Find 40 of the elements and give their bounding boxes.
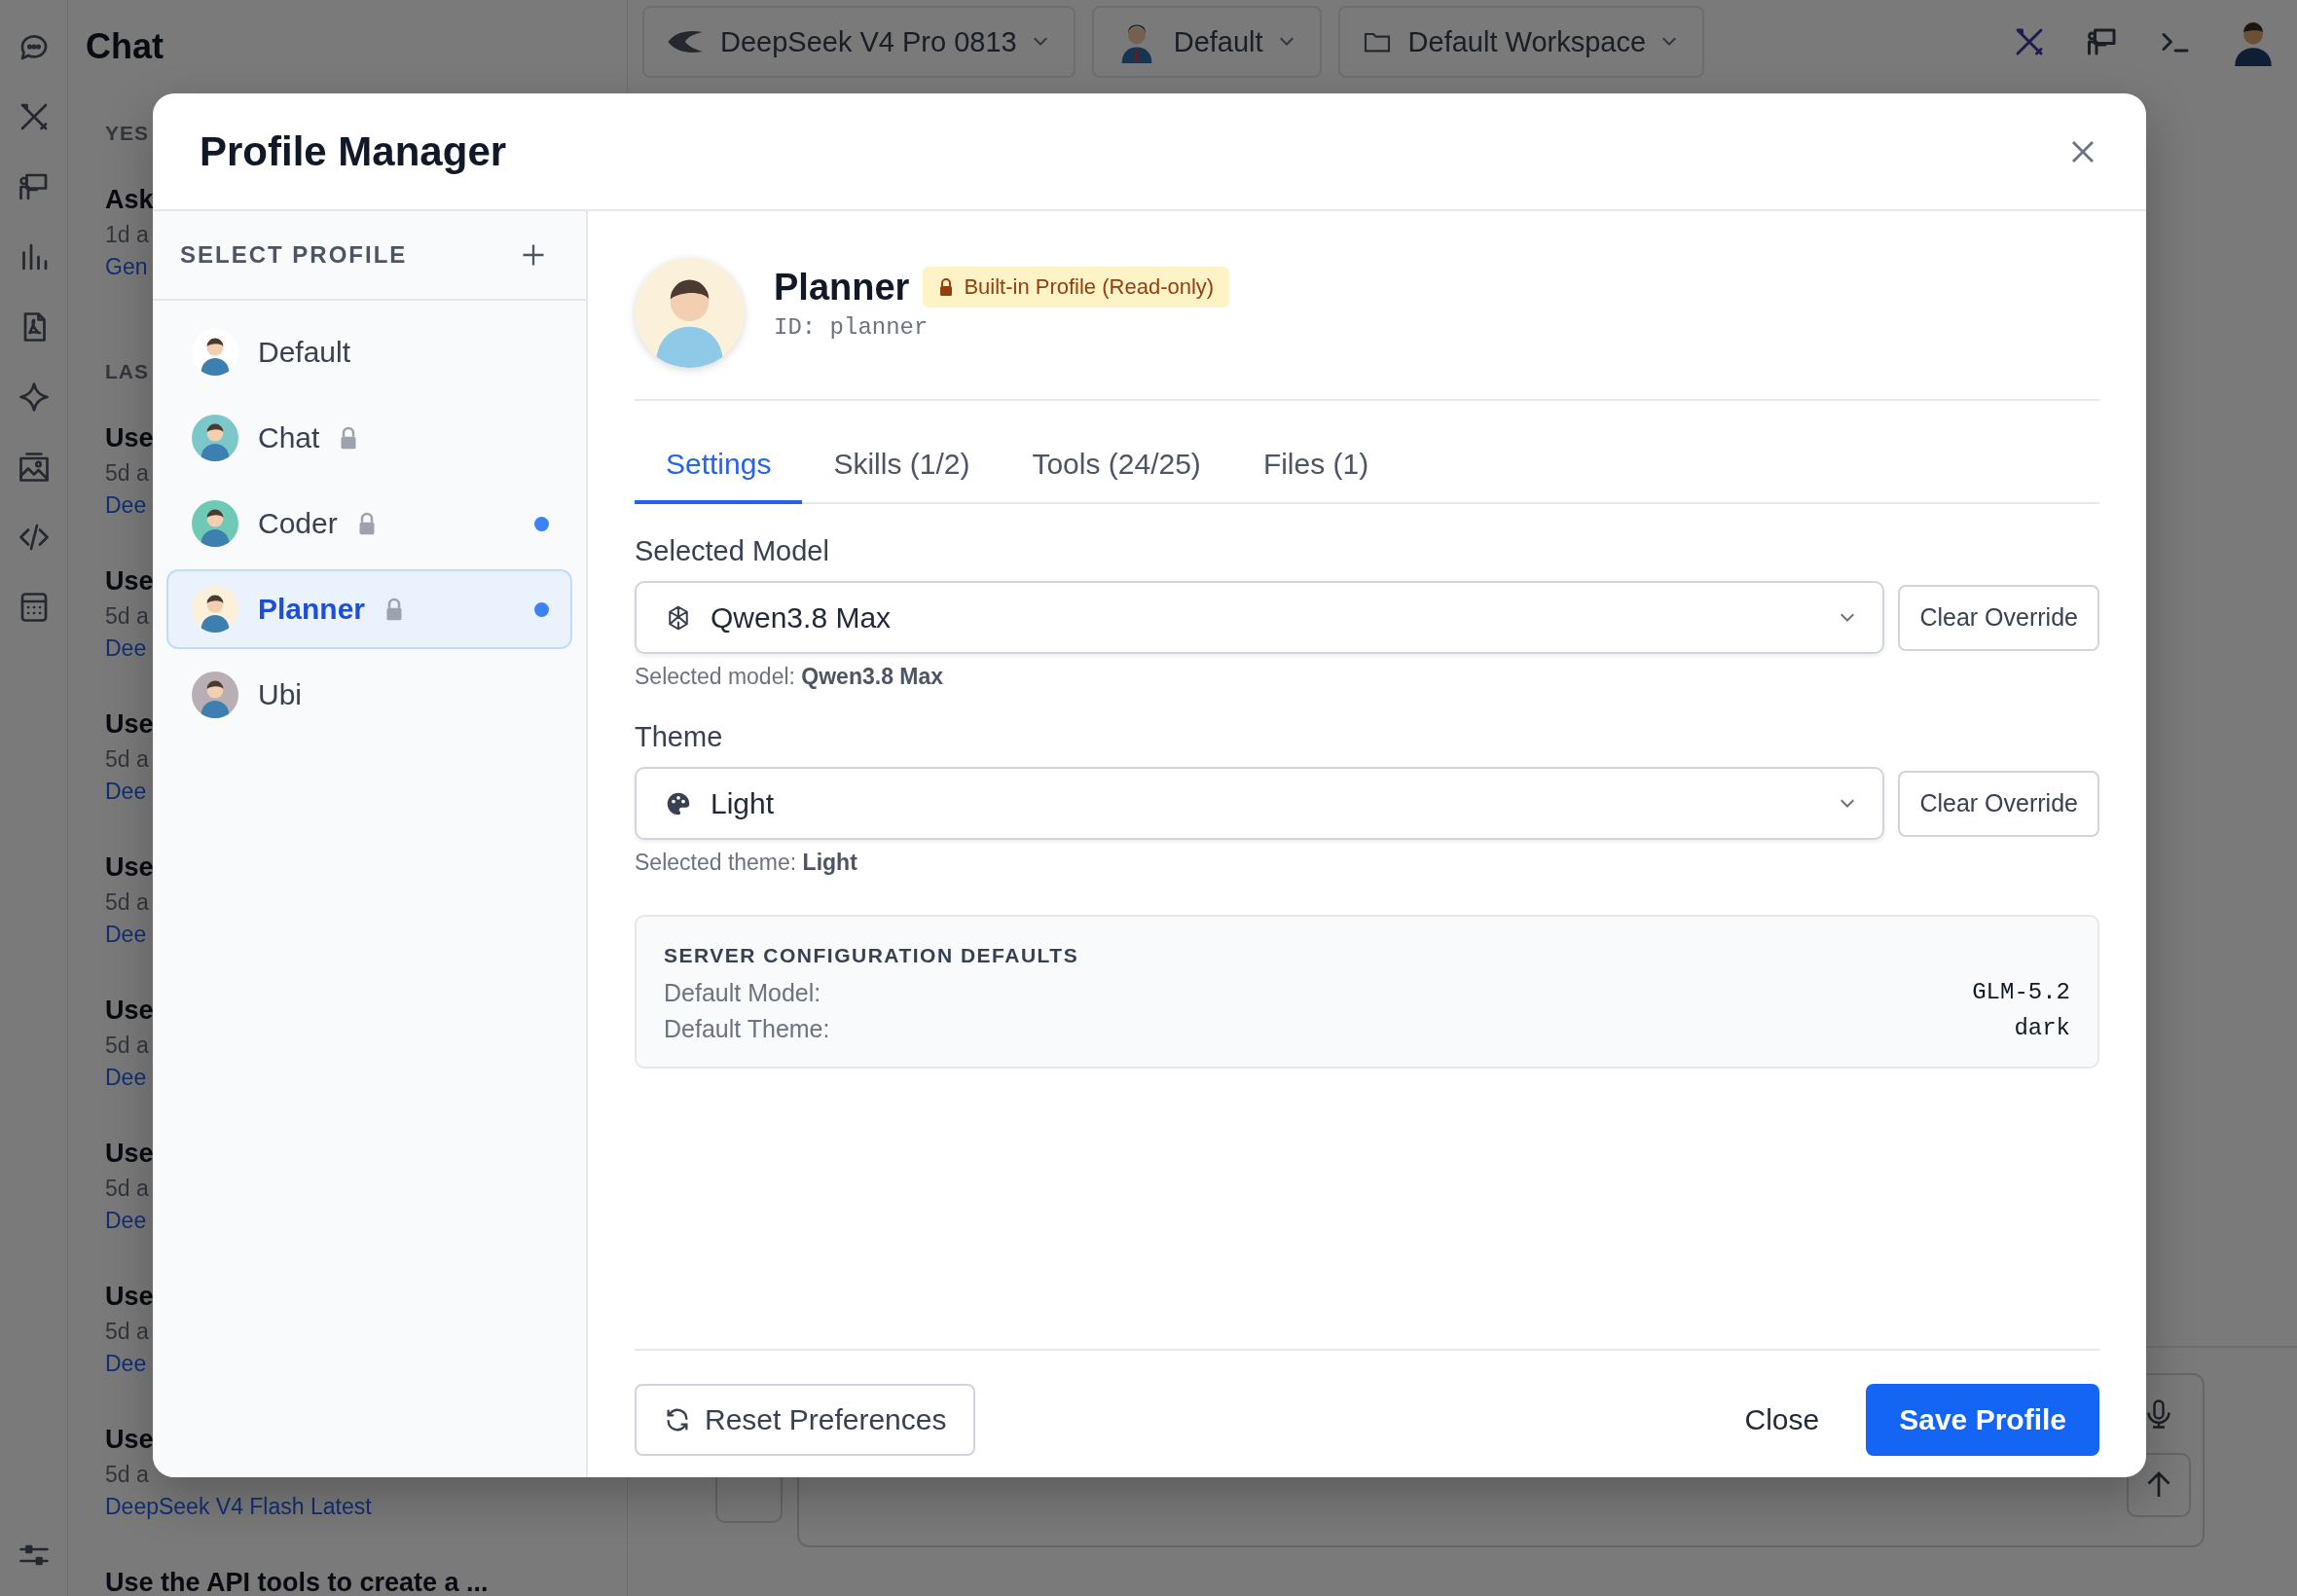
chat-time: 5d a: [105, 459, 149, 488]
read-only-badge: Built-in Profile (Read-only): [923, 267, 1230, 308]
profile-name: Default: [258, 336, 351, 369]
setting-value: dark: [2014, 1015, 2070, 1043]
sidebar-heading: SELECT PROFILE: [180, 241, 408, 269]
setting-label: Default Model:: [664, 979, 821, 1007]
field-helper-text: Selected theme: Light: [635, 850, 858, 876]
chat-time: 5d a: [105, 1461, 149, 1489]
field-helper-text: Selected model: Qwen3.8 Max: [635, 664, 945, 690]
chat-model: Dee: [105, 1207, 147, 1235]
chat-model: Dee: [105, 921, 147, 949]
chat-time: 5d a: [105, 602, 149, 631]
profile-id: ID: planner: [774, 313, 930, 341]
chat-time: 5d a: [105, 1175, 149, 1203]
chat-model: Dee: [105, 1350, 147, 1378]
chat-time: 5d a: [105, 1032, 149, 1060]
chat-model: Gen: [105, 253, 148, 281]
profile-name: Planner: [258, 593, 366, 626]
chat-time: 5d a: [105, 889, 149, 917]
profile-title: Planner: [774, 266, 910, 308]
field-label: Theme: [635, 721, 724, 753]
section-label: YES: [105, 121, 151, 146]
profile-name: Chat: [258, 421, 320, 454]
profile-name: Ubi: [258, 678, 302, 711]
profile-name: Coder: [258, 507, 338, 540]
chat-time: 1d a: [105, 221, 149, 249]
setting-value: GLM-5.2: [1972, 979, 2070, 1007]
page-title: Chat: [86, 26, 164, 67]
card-heading: SERVER CONFIGURATION DEFAULTS: [664, 944, 1080, 967]
chat-model: Dee: [105, 1064, 147, 1092]
section-label: LAS: [105, 359, 150, 384]
field-label: Selected Model: [635, 535, 830, 567]
chat-model: Dee: [105, 635, 147, 663]
chat-model: DeepSeek V4 Flash Latest: [105, 1493, 372, 1521]
chat-time: 5d a: [105, 745, 149, 774]
setting-label: Default Theme:: [664, 1015, 830, 1043]
chat-model: Dee: [105, 491, 147, 520]
chat-model: Dee: [105, 778, 147, 806]
dialog-title: Profile Manager: [200, 127, 507, 175]
chat-time: 5d a: [105, 1318, 149, 1346]
